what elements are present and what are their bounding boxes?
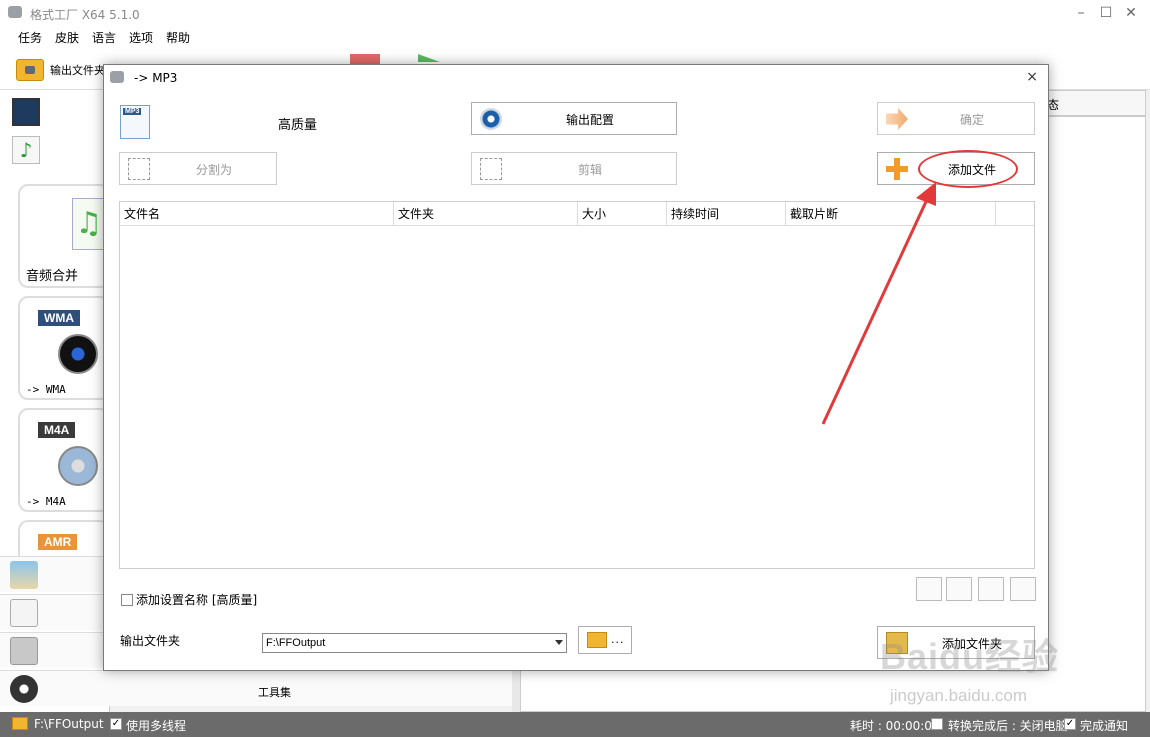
close-window-button[interactable]: ✕ bbox=[1118, 2, 1144, 24]
dialog-app-icon bbox=[110, 71, 124, 83]
add-file-label: 添加文件 bbox=[947, 163, 996, 177]
arrow-right-icon bbox=[886, 108, 908, 130]
play-icon[interactable] bbox=[978, 577, 1004, 601]
disc-icon bbox=[58, 334, 98, 374]
column-size[interactable]: 大小 bbox=[578, 202, 667, 226]
m4a-label: -> M4A bbox=[26, 495, 66, 508]
menu-task[interactable]: 任务 bbox=[18, 29, 42, 46]
scissors-film-icon bbox=[128, 158, 150, 180]
baidu-watermark: Baidu经验 bbox=[880, 636, 1060, 677]
amr-card[interactable]: AMR bbox=[18, 520, 110, 560]
menu-help[interactable]: 帮助 bbox=[166, 29, 190, 46]
menu-language[interactable]: 语言 bbox=[92, 29, 116, 46]
settings-icon bbox=[480, 108, 502, 130]
maximize-button[interactable]: ☐ bbox=[1093, 2, 1119, 24]
media-info-icon[interactable] bbox=[1010, 577, 1036, 601]
panel-divider[interactable] bbox=[512, 670, 520, 712]
music-disc-icon bbox=[58, 446, 98, 486]
app-titlebar: 格式工厂 X64 5.1.0 – ☐ ✕ bbox=[0, 0, 1150, 26]
column-folder[interactable]: 文件夹 bbox=[394, 202, 578, 226]
output-folder-toolbar-button[interactable]: 输出文件夹 bbox=[16, 58, 105, 82]
folder-icon bbox=[587, 632, 607, 648]
app-title: 格式工厂 X64 5.1.0 bbox=[30, 8, 140, 22]
music-file-icon: ♫ bbox=[72, 198, 106, 250]
output-config-label: 输出配置 bbox=[565, 113, 614, 127]
column-filename[interactable]: 文件名 bbox=[120, 202, 394, 226]
quality-label: 高质量 bbox=[278, 118, 318, 133]
m4a-tag: M4A bbox=[38, 422, 76, 438]
column-clip[interactable]: 截取片断 bbox=[786, 202, 996, 226]
add-setting-name-checkbox[interactable] bbox=[121, 593, 133, 606]
m4a-card[interactable]: M4A -> M4A bbox=[18, 408, 110, 512]
remove-file-icon[interactable] bbox=[916, 577, 942, 601]
browse-dots: ... bbox=[611, 633, 625, 646]
wma-tag: WMA bbox=[38, 310, 80, 326]
folder-icon bbox=[12, 717, 28, 730]
film-icon bbox=[12, 98, 40, 126]
audio-category[interactable]: ♪ bbox=[4, 132, 104, 168]
document-category[interactable] bbox=[0, 594, 110, 630]
disc-drive-icon bbox=[10, 637, 38, 665]
notify-label: 完成通知 bbox=[1080, 719, 1129, 733]
dialog-close-button[interactable]: × bbox=[1026, 69, 1038, 85]
stop-icon[interactable] bbox=[350, 54, 380, 64]
elapsed-time: 耗时 : 00:00:00 bbox=[850, 719, 940, 733]
film-scissors-icon bbox=[480, 158, 502, 180]
wma-card[interactable]: WMA -> WMA bbox=[18, 296, 110, 400]
status-output-folder[interactable]: F:\FFOutput bbox=[34, 717, 104, 731]
column-duration[interactable]: 持续时间 bbox=[667, 202, 786, 226]
split-button[interactable]: 分割为 bbox=[119, 152, 277, 185]
video-category[interactable] bbox=[4, 94, 104, 130]
clear-list-icon[interactable] bbox=[946, 577, 972, 601]
audio-merge-card[interactable]: ♫ 音频合并 bbox=[18, 184, 110, 288]
audio-merge-label: 音频合并 bbox=[26, 269, 79, 284]
menu-options[interactable]: 选项 bbox=[129, 29, 153, 46]
task-list-header: 态 bbox=[1040, 90, 1146, 116]
clip-button[interactable]: 剪辑 bbox=[471, 152, 677, 185]
browse-folder-button[interactable]: ... bbox=[578, 626, 632, 654]
dialog-title: -> MP3 bbox=[134, 71, 178, 85]
document-icon bbox=[10, 599, 38, 627]
notify-checkbox[interactable]: ✓ bbox=[1064, 718, 1076, 730]
wma-label: -> WMA bbox=[26, 383, 66, 396]
after-convert-label: 转换完成后 : 关闭电脑 bbox=[948, 719, 1068, 733]
music-note-icon: ♪ bbox=[12, 136, 40, 164]
statusbar: F:\FFOutput ✓ 使用多线程 耗时 : 00:00:00 转换完成后 … bbox=[0, 712, 1150, 737]
multithread-checkbox[interactable]: ✓ bbox=[110, 718, 122, 730]
film-reel-icon bbox=[10, 675, 38, 703]
output-folder-select[interactable]: F:\FFOutput bbox=[262, 633, 567, 653]
ok-label: 确定 bbox=[959, 113, 984, 127]
minimize-button[interactable]: – bbox=[1068, 2, 1094, 24]
app-icon bbox=[8, 6, 22, 18]
menubar: 任务 皮肤 语言 选项 帮助 bbox=[0, 26, 1150, 48]
image-category[interactable] bbox=[0, 556, 110, 592]
dropdown-arrow-icon bbox=[555, 640, 563, 645]
add-setting-name-label: 添加设置名称 [高质量] bbox=[136, 593, 258, 607]
add-setting-name-row[interactable]: 添加设置名称 [高质量] bbox=[121, 591, 257, 608]
mp3-dialog: -> MP3 × MP3 高质量 输出配置 确定 分割为 剪辑 添加文件 文件名… bbox=[103, 64, 1049, 671]
file-table[interactable]: 文件名 文件夹 大小 持续时间 截取片断 bbox=[119, 201, 1035, 569]
baidu-watermark-url: jingyan.baidu.com bbox=[890, 686, 1028, 705]
output-folder-label: 输出文件夹 bbox=[120, 634, 181, 648]
toolbar-output-folder-label: 输出文件夹 bbox=[50, 64, 105, 77]
ok-button[interactable]: 确定 bbox=[877, 102, 1035, 135]
multithread-label: 使用多线程 bbox=[126, 719, 187, 733]
amr-tag: AMR bbox=[38, 534, 78, 550]
tools-label: 工具集 bbox=[258, 686, 291, 699]
output-config-button[interactable]: 输出配置 bbox=[471, 102, 677, 135]
file-table-header: 文件名 文件夹 大小 持续时间 截取片断 bbox=[120, 202, 1034, 226]
image-icon bbox=[10, 561, 38, 589]
output-folder-value: F:\FFOutput bbox=[266, 637, 326, 649]
rom-device-category[interactable] bbox=[0, 632, 110, 668]
after-convert-checkbox[interactable] bbox=[931, 718, 943, 730]
mp3-file-icon: MP3 bbox=[120, 105, 150, 139]
plus-icon bbox=[886, 158, 908, 180]
split-label: 分割为 bbox=[195, 163, 232, 177]
start-icon[interactable] bbox=[418, 54, 440, 62]
clip-label: 剪辑 bbox=[577, 163, 602, 177]
folder-icon bbox=[16, 59, 44, 81]
add-file-button[interactable]: 添加文件 bbox=[877, 152, 1035, 185]
menu-skin[interactable]: 皮肤 bbox=[55, 29, 79, 46]
